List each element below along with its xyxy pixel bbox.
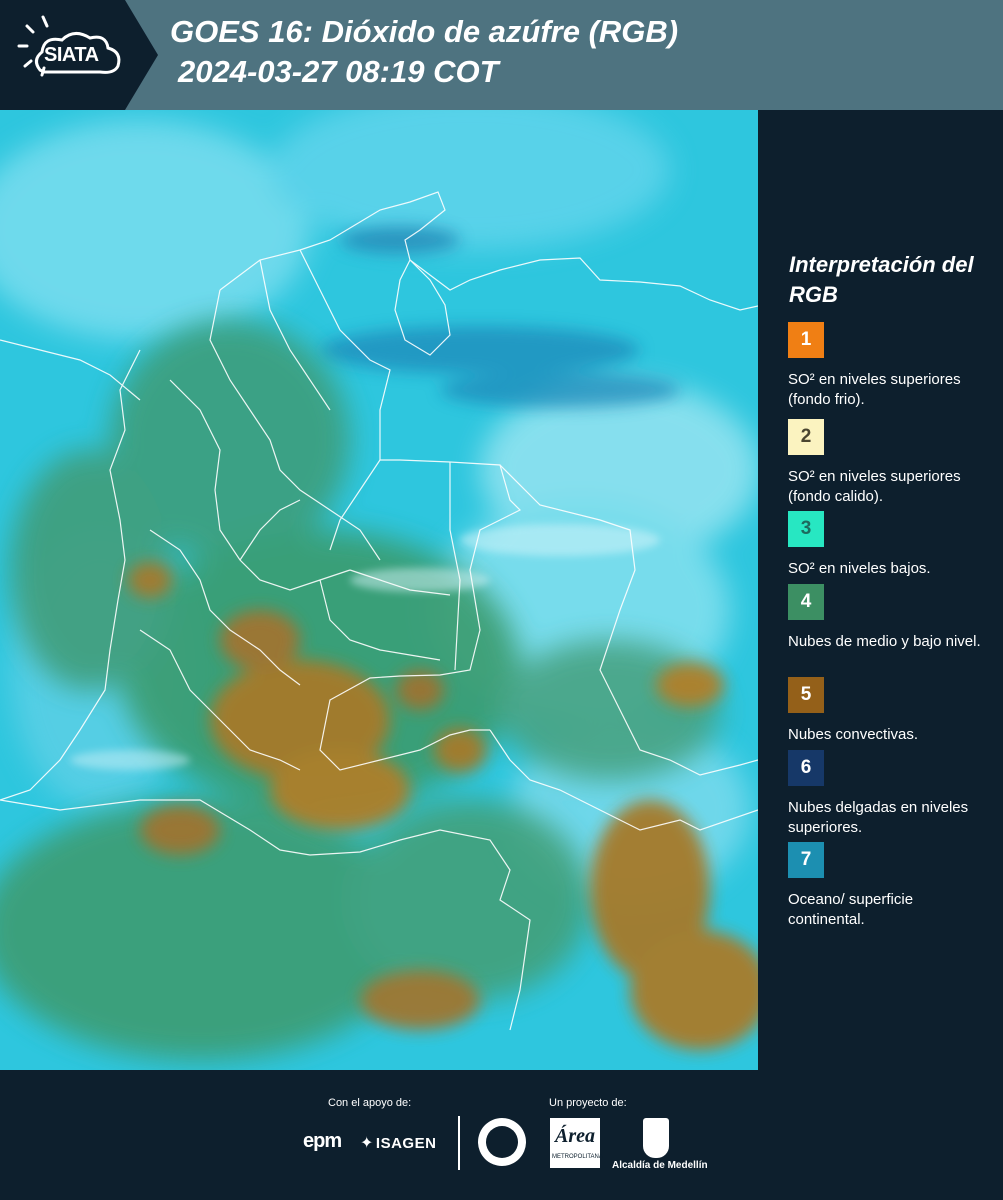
timestamp: 2024-03-27 08:19 COT — [178, 54, 499, 89]
legend-item-6: 6 Nubes delgadas en niveles superiores. — [788, 750, 988, 838]
legend-swatch-2: 2 — [788, 419, 824, 455]
legend-label-6: Nubes delgadas en niveles superiores. — [788, 799, 969, 836]
legend-swatch-4: 4 — [788, 584, 824, 620]
legend-label-7: Oceano/ superficie continental. — [788, 891, 914, 928]
legend-label-2: SO² en niveles superiores (fondo calido)… — [788, 468, 961, 505]
page-title: GOES 16: Dióxido de azúfre (RGB) — [170, 14, 679, 49]
alcaldia-logo-text: Alcaldía de Medellín — [612, 1160, 708, 1171]
area-metropolitana-logo: Área METROPOLITANA — [550, 1118, 603, 1168]
legend-label-3: SO² en niveles bajos. — [788, 560, 931, 577]
isagen-logo: ✦ ISAGEN — [360, 1133, 436, 1153]
legend-label-5: Nubes convectivas. — [788, 726, 919, 743]
legend-swatch-5: 5 — [788, 677, 824, 713]
alcaldia-shield-icon — [643, 1118, 669, 1158]
support-label: Con el apoyo de: — [328, 1097, 412, 1109]
header-bar: SIATA GOES 16: Dióxido de azúfre (RGB) 2… — [0, 0, 1003, 110]
isagen-mark-icon: ✦ — [360, 1135, 374, 1152]
project-label: Un proyecto de: — [549, 1097, 627, 1109]
legend-swatch-1: 1 — [788, 322, 824, 358]
footer-bar: Con el apoyo de: Un proyecto de: epm ✦ IS… — [0, 1070, 1003, 1200]
legend-panel: Interpretación del RGB 1 SO² en niveles … — [758, 110, 1003, 1070]
satellite-map — [0, 110, 758, 1070]
legend-label-4: Nubes de medio y bajo nivel. — [788, 633, 981, 650]
area-logo-subtext: METROPOLITANA — [552, 1154, 603, 1160]
legend-swatch-3: 3 — [788, 511, 824, 547]
legend-swatch-6: 6 — [788, 750, 824, 786]
satellite-image — [0, 110, 758, 1070]
medellin-seal-icon — [478, 1118, 526, 1166]
legend-item-4: 4 Nubes de medio y bajo nivel. — [788, 584, 988, 652]
legend-item-7: 7 Oceano/ superficie continental. — [788, 842, 988, 930]
legend-label-1: SO² en niveles superiores (fondo frio). — [788, 371, 961, 408]
legend-item-1: 1 SO² en niveles superiores (fondo frio)… — [788, 322, 988, 410]
legend-item-3: 3 SO² en niveles bajos. — [788, 511, 988, 579]
siata-logo: SIATA — [0, 0, 160, 110]
epm-logo: epm — [303, 1130, 342, 1152]
legend-title: Interpretación del RGB — [789, 252, 974, 307]
legend-swatch-7: 7 — [788, 842, 824, 878]
legend-item-5: 5 Nubes convectivas. — [788, 677, 988, 745]
legend-item-2: 2 SO² en niveles superiores (fondo calid… — [788, 419, 988, 507]
siata-logo-text: SIATA — [44, 44, 99, 66]
area-logo-text: Área — [555, 1125, 595, 1147]
footer-divider — [458, 1116, 460, 1170]
isagen-logo-text: ISAGEN — [375, 1135, 437, 1152]
